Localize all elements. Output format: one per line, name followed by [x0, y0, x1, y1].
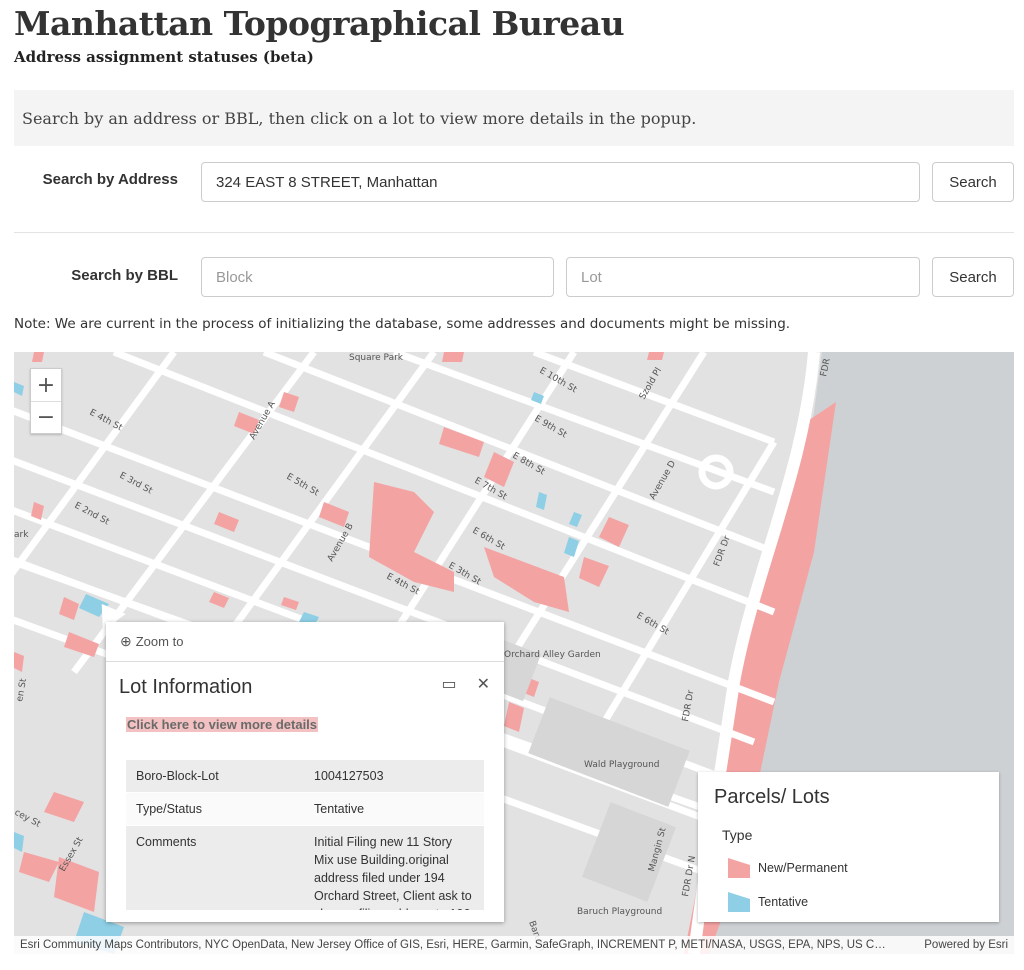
legend-title: Parcels/ Lots	[714, 786, 830, 808]
legend-item-permanent: New/Permanent	[728, 858, 848, 878]
block-input[interactable]	[201, 257, 554, 297]
attr-value: 1004127503	[304, 759, 484, 793]
database-note: Note: We are current in the process of i…	[14, 316, 791, 332]
zoom-control: + −	[30, 368, 62, 434]
powered-by[interactable]: Powered by Esri	[924, 939, 1008, 951]
page-subtitle: Address assignment statuses (beta)	[14, 48, 314, 66]
address-input[interactable]	[201, 162, 920, 202]
attribution-text[interactable]: Esri Community Maps Contributors, NYC Op…	[20, 939, 886, 951]
view-details-link[interactable]: Click here to view more details	[126, 717, 319, 732]
address-search-button[interactable]: Search	[932, 162, 1014, 202]
label-orchard-alley: Orchard Alley Garden	[504, 650, 601, 660]
zoom-out-button[interactable]: −	[31, 401, 61, 433]
attr-key: Comments	[126, 825, 304, 910]
info-banner: Search by an address or BBL, then click …	[14, 90, 1014, 146]
zoom-in-icon: ⊕	[120, 633, 132, 649]
page-title: Manhattan Topographical Bureau	[14, 4, 625, 43]
attribute-table: Boro-Block-Lot 1004127503 Type/Status Te…	[126, 759, 484, 910]
lot-input[interactable]	[566, 257, 920, 297]
dock-icon[interactable]: ▭	[441, 674, 456, 693]
table-row: Comments Initial Filing new 11 Story Mix…	[126, 825, 484, 910]
legend-item-tentative: Tentative	[728, 892, 808, 912]
attr-key: Boro-Block-Lot	[126, 759, 304, 793]
table-row: Type/Status Tentative	[126, 792, 484, 826]
legend-label: New/Permanent	[758, 861, 848, 875]
label-baruch-playground: Baruch Playground	[577, 907, 662, 917]
attr-value: Initial Filing new 11 Story Mix use Buil…	[304, 825, 484, 910]
label-wald-playground: Wald Playground	[584, 760, 660, 770]
address-search-label: Search by Address	[42, 171, 178, 188]
bbl-search-label: Search by BBL	[71, 267, 178, 284]
map-legend: Parcels/ Lots Type New/Permanent Tentati…	[698, 772, 999, 922]
tentative-swatch-icon	[728, 892, 750, 912]
attr-value: Tentative	[304, 792, 484, 826]
permanent-swatch-icon	[728, 858, 750, 878]
bbl-search-button[interactable]: Search	[932, 257, 1014, 297]
zoom-to-link[interactable]: Zoom to	[136, 634, 184, 649]
legend-field: Type	[722, 827, 753, 843]
map-attribution: Esri Community Maps Contributors, NYC Op…	[14, 936, 1014, 954]
label-square-park: Square Park	[349, 353, 404, 363]
popup-title: Lot Information	[119, 676, 253, 698]
zoom-in-button[interactable]: +	[31, 369, 61, 401]
map-view[interactable]: Square Park E 10th St Avenue A E 9th St …	[14, 352, 1014, 954]
table-row: Boro-Block-Lot 1004127503	[126, 759, 484, 793]
divider	[14, 232, 1014, 233]
lot-info-popup: ⊕ Zoom to Lot Information ▭ ✕ Click here…	[106, 622, 504, 922]
label-park: ark	[14, 530, 29, 540]
legend-label: Tentative	[758, 895, 809, 909]
info-banner-text: Search by an address or BBL, then click …	[22, 108, 697, 128]
attr-key: Type/Status	[126, 792, 304, 826]
popup-header: ⊕ Zoom to	[106, 622, 504, 662]
close-icon[interactable]: ✕	[477, 674, 490, 693]
